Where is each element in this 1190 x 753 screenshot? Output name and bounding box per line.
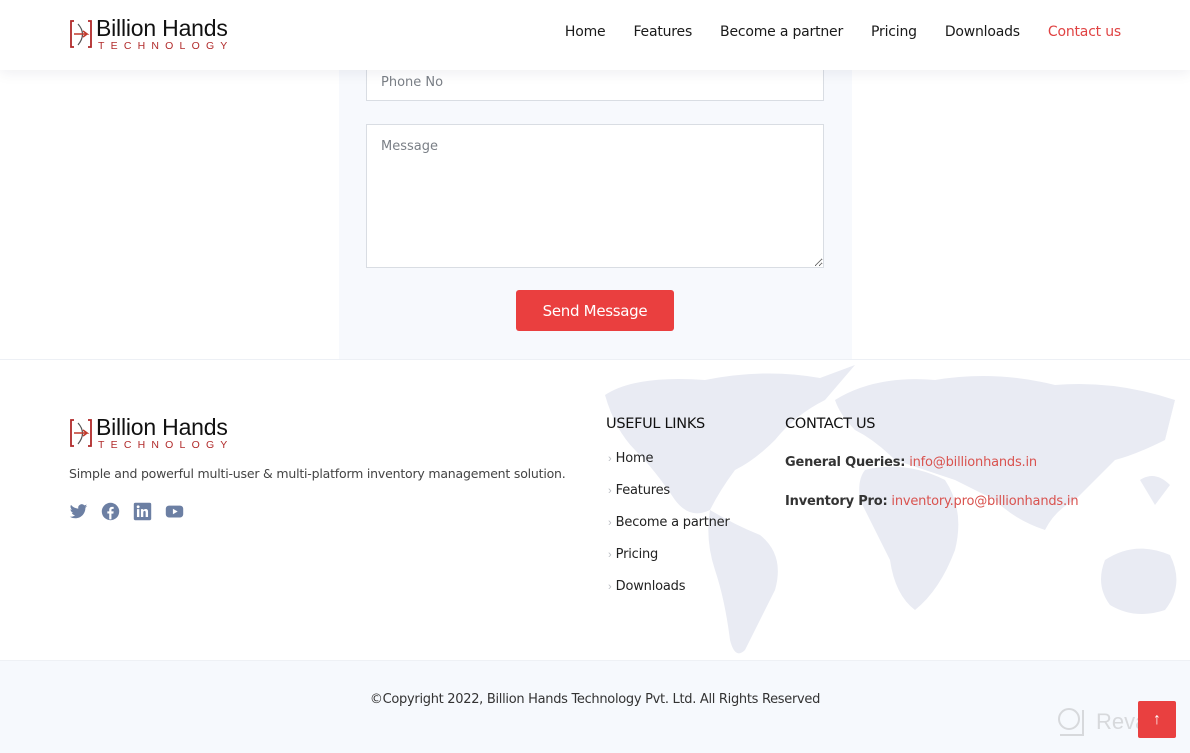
chevron-right-icon: › bbox=[608, 485, 612, 497]
footer-link-become-partner[interactable]: Become a partner bbox=[616, 515, 730, 530]
chevron-right-icon: › bbox=[608, 517, 612, 529]
twitter-icon[interactable] bbox=[69, 502, 88, 521]
nav-downloads[interactable]: Downloads bbox=[945, 24, 1020, 40]
nav-pricing[interactable]: Pricing bbox=[871, 24, 917, 40]
social-links bbox=[69, 502, 184, 521]
list-item: › Become a partner bbox=[608, 515, 730, 547]
contact-label: Inventory Pro: bbox=[785, 494, 888, 509]
logo-mark-icon bbox=[70, 419, 92, 448]
nav-contact-us[interactable]: Contact us bbox=[1048, 24, 1121, 40]
revain-logo-icon bbox=[1058, 708, 1084, 736]
chevron-right-icon: › bbox=[608, 581, 612, 593]
footer-link-features[interactable]: Features bbox=[616, 483, 671, 498]
footer-logo[interactable]: Billion Hands TECHNOLOGY bbox=[69, 416, 234, 451]
nav-home[interactable]: Home bbox=[565, 24, 606, 40]
back-to-top-button[interactable]: ↑ bbox=[1138, 701, 1176, 738]
nav-features[interactable]: Features bbox=[633, 24, 692, 40]
linkedin-icon[interactable] bbox=[133, 502, 152, 521]
contact-us-title: CONTACT US bbox=[785, 416, 876, 432]
useful-links-title: USEFUL LINKS bbox=[606, 416, 705, 432]
list-item: › Downloads bbox=[608, 579, 730, 611]
list-item: › Home bbox=[608, 451, 730, 483]
nav-become-partner[interactable]: Become a partner bbox=[720, 24, 843, 40]
youtube-icon[interactable] bbox=[165, 502, 184, 521]
footer-link-downloads[interactable]: Downloads bbox=[616, 579, 686, 594]
contact-form-section: Send Message bbox=[0, 64, 1190, 360]
main-nav: Home Features Become a partner Pricing D… bbox=[565, 24, 1121, 40]
footer-link-home[interactable]: Home bbox=[616, 451, 654, 466]
brand-subtitle: TECHNOLOGY bbox=[98, 439, 234, 451]
footer-link-pricing[interactable]: Pricing bbox=[616, 547, 659, 562]
general-email-link[interactable]: info@billionhands.in bbox=[909, 455, 1037, 470]
brand-subtitle: TECHNOLOGY bbox=[98, 40, 234, 52]
site-header: Billion Hands TECHNOLOGY Home Features B… bbox=[0, 0, 1190, 70]
brand-name: Billion Hands bbox=[96, 414, 228, 440]
list-item: › Features bbox=[608, 483, 730, 515]
contact-general: General Queries: info@billionhands.in bbox=[785, 455, 1037, 470]
list-item: › Pricing bbox=[608, 547, 730, 579]
message-textarea[interactable] bbox=[366, 124, 824, 268]
site-footer: Billion Hands TECHNOLOGY Simple and powe… bbox=[0, 360, 1190, 660]
footer-tagline: Simple and powerful multi-user & multi-p… bbox=[69, 466, 566, 481]
send-message-button[interactable]: Send Message bbox=[516, 290, 674, 331]
contact-label: General Queries: bbox=[785, 455, 906, 470]
chevron-right-icon: › bbox=[608, 453, 612, 465]
header-logo[interactable]: Billion Hands TECHNOLOGY bbox=[69, 17, 234, 52]
brand-name: Billion Hands bbox=[96, 15, 228, 41]
useful-links-list: › Home › Features › Become a partner › Prici… bbox=[608, 451, 730, 611]
facebook-icon[interactable] bbox=[101, 502, 120, 521]
logo-mark-icon bbox=[70, 20, 92, 49]
inventory-email-link[interactable]: inventory.pro@billionhands.in bbox=[891, 494, 1078, 509]
chevron-right-icon: › bbox=[608, 549, 612, 561]
copyright-text: ©Copyright 2022, Billion Hands Technolog… bbox=[369, 692, 821, 707]
copyright-bar: ©Copyright 2022, Billion Hands Technolog… bbox=[0, 660, 1190, 753]
contact-inventory-pro: Inventory Pro: inventory.pro@billionhand… bbox=[785, 494, 1079, 509]
contact-form: Send Message bbox=[339, 64, 852, 360]
arrow-up-icon: ↑ bbox=[1153, 710, 1161, 728]
